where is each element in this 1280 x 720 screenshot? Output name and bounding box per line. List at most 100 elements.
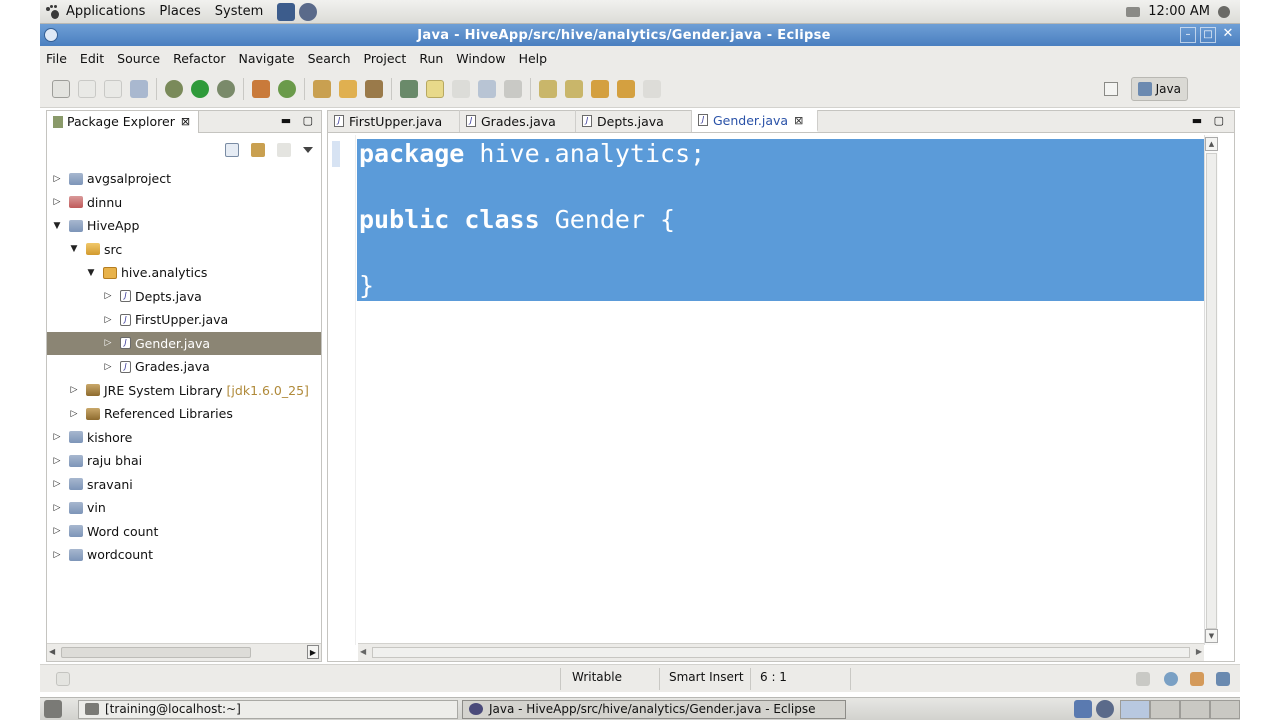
volume-icon[interactable] <box>1218 5 1230 18</box>
tree-item[interactable]: ▷ J Depts.java <box>47 285 321 309</box>
terminal-launcher-icon[interactable] <box>277 2 296 21</box>
collapsed-chevron-icon[interactable]: ▷ <box>102 315 114 325</box>
menu-refactor[interactable]: Refactor <box>173 51 225 66</box>
expanded-chevron-icon[interactable]: ▼ <box>85 268 97 278</box>
collapse-all-icon[interactable] <box>225 143 239 157</box>
code-line-4[interactable] <box>359 236 705 269</box>
workspace-4[interactable] <box>1210 699 1240 719</box>
show-desktop-icon[interactable] <box>44 700 62 718</box>
scroll-left-icon[interactable]: ◀ <box>360 647 366 656</box>
menu-window[interactable]: Window <box>456 51 505 66</box>
external-tools-icon[interactable] <box>217 79 235 98</box>
package-explorer-hscrollbar[interactable]: ◀ ▶ <box>47 643 321 661</box>
menu-navigate[interactable]: Navigate <box>239 51 295 66</box>
editor-tab[interactable]: J Gender.java ⊠ <box>692 110 819 132</box>
taskbar-eclipse[interactable]: Java - HiveApp/src/hive/analytics/Gender… <box>462 699 846 719</box>
tasks-icon[interactable] <box>1190 672 1204 686</box>
new-icon[interactable] <box>52 79 70 98</box>
scroll-right-icon[interactable]: ▶ <box>307 645 319 659</box>
last-edit-icon[interactable] <box>591 79 609 98</box>
collapsed-chevron-icon[interactable]: ▷ <box>102 362 114 372</box>
tree-item[interactable]: ▷ Word count <box>47 520 321 544</box>
tree-item[interactable]: ▼ HiveApp <box>47 214 321 238</box>
print-icon[interactable] <box>130 79 148 98</box>
tree-item[interactable]: ▷ J FirstUpper.java <box>47 308 321 332</box>
close-icon[interactable]: ⊠ <box>181 115 190 128</box>
maximize-window-button[interactable]: □ <box>1200 27 1216 43</box>
workspace-2[interactable] <box>1150 699 1180 719</box>
search-tool-icon[interactable] <box>365 79 383 98</box>
scroll-down-icon[interactable]: ▼ <box>1205 629 1218 643</box>
minimize-window-button[interactable]: – <box>1180 27 1196 43</box>
new-java-class-icon[interactable] <box>278 79 296 98</box>
tree-item[interactable]: ▼ src <box>47 238 321 262</box>
tree-item[interactable]: ▷ vin <box>47 496 321 520</box>
java-perspective-button[interactable]: Java <box>1130 77 1188 101</box>
tree-item[interactable]: ▷ JRE System Library [jdk1.6.0_25] <box>47 379 321 403</box>
panel-clock[interactable]: 12:00 AM <box>1148 4 1210 19</box>
menu-help[interactable]: Help <box>519 51 548 66</box>
menu-file[interactable]: File <box>46 51 67 66</box>
collapsed-chevron-icon[interactable]: ▷ <box>51 432 63 442</box>
previous-annotation-icon[interactable] <box>565 79 583 98</box>
editor-hscrollbar[interactable]: ◀ ▶ <box>358 643 1204 661</box>
tree-item[interactable]: ▷ J Grades.java <box>47 355 321 379</box>
workspace-3[interactable] <box>1180 699 1210 719</box>
close-tab-icon[interactable]: ⊠ <box>794 114 803 127</box>
view-minimize-maximize-icon[interactable]: ▬ ▢ <box>281 114 317 127</box>
tree-item[interactable]: ▷ sravani <box>47 473 321 497</box>
pilcrow-icon[interactable] <box>504 79 522 98</box>
show-whitespace-icon[interactable] <box>478 79 496 98</box>
toggle-breadcrumb-icon[interactable] <box>452 79 470 98</box>
tree-item[interactable]: ▷ avgsalproject <box>47 167 321 191</box>
save-all-icon[interactable] <box>104 79 122 98</box>
view-menu-chevron-down-icon[interactable] <box>303 147 313 153</box>
run-icon[interactable] <box>191 79 209 98</box>
update-notifier-icon[interactable] <box>1096 700 1114 718</box>
expanded-chevron-icon[interactable]: ▼ <box>68 244 80 254</box>
close-window-button[interactable]: ✕ <box>1220 27 1236 43</box>
tree-item[interactable]: ▷ raju bhai <box>47 449 321 473</box>
code-line-1[interactable]: package hive.analytics; <box>359 137 705 170</box>
collapsed-chevron-icon[interactable]: ▷ <box>51 197 63 207</box>
scrollbar-thumb[interactable] <box>372 647 1190 658</box>
overview-ruler[interactable] <box>1220 135 1232 645</box>
open-perspective-icon[interactable] <box>1104 82 1118 96</box>
browser-launcher-icon[interactable] <box>299 2 318 21</box>
network-icon[interactable] <box>1126 6 1141 17</box>
collapsed-chevron-icon[interactable]: ▷ <box>51 550 63 560</box>
toggle-mark-icon[interactable] <box>400 79 418 98</box>
window-menu-icon[interactable] <box>44 28 58 42</box>
applications-menu[interactable]: Applications <box>66 4 145 19</box>
workspace-1[interactable] <box>1120 699 1150 719</box>
collapsed-chevron-icon[interactable]: ▷ <box>68 385 80 395</box>
save-icon[interactable] <box>78 79 96 98</box>
system-menu[interactable]: System <box>215 4 263 19</box>
scrollbar-thumb[interactable] <box>1206 153 1217 629</box>
link-with-editor-icon[interactable] <box>251 143 265 157</box>
editor-tab[interactable]: J FirstUpper.java <box>328 110 460 132</box>
places-menu[interactable]: Places <box>159 4 200 19</box>
next-annotation-icon[interactable] <box>539 79 557 98</box>
feed-icon[interactable] <box>1136 672 1150 686</box>
code-line-2[interactable] <box>359 170 705 203</box>
notifications-icon[interactable] <box>1216 672 1230 686</box>
tree-item[interactable]: ▷ kishore <box>47 426 321 450</box>
menu-edit[interactable]: Edit <box>80 51 104 66</box>
forward-view-icon[interactable] <box>277 143 291 157</box>
toggle-block-icon[interactable] <box>426 79 444 98</box>
open-type-icon[interactable] <box>313 79 331 98</box>
tree-item[interactable]: ▷ wordcount <box>47 543 321 567</box>
scroll-right-icon[interactable]: ▶ <box>1196 647 1202 656</box>
menu-search[interactable]: Search <box>308 51 351 66</box>
menu-run[interactable]: Run <box>419 51 443 66</box>
package-explorer-tab[interactable]: Package Explorer ⊠ <box>47 110 200 133</box>
updates-icon[interactable] <box>1164 672 1178 686</box>
vertical-ruler[interactable] <box>328 135 356 645</box>
editor-minimize-maximize-icon[interactable]: ▬ ▢ <box>1192 114 1228 127</box>
collapsed-chevron-icon[interactable]: ▷ <box>102 291 114 301</box>
new-java-project-icon[interactable] <box>252 79 270 98</box>
collapsed-chevron-icon[interactable]: ▷ <box>51 174 63 184</box>
tree-item[interactable]: ▷ J Gender.java <box>47 331 321 355</box>
collapsed-chevron-icon[interactable]: ▷ <box>51 479 63 489</box>
